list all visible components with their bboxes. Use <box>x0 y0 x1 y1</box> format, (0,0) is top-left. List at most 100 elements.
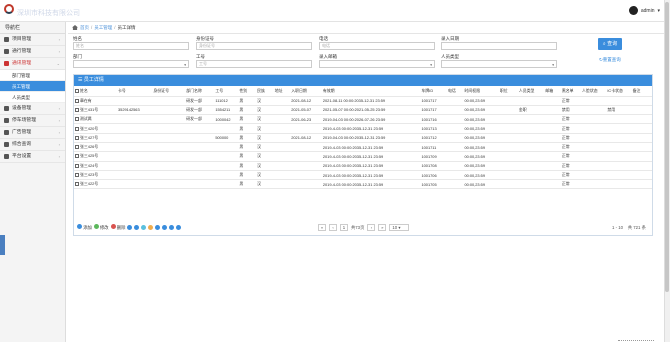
table-row[interactable]: 张三420号 男 汉 2019-4-03 00:00:2035-12-31 23:59… <box>74 123 652 134</box>
sidebar-subitem-employee[interactable]: 员工管理 <box>0 81 65 92</box>
table-cell <box>117 170 153 181</box>
idcard-input[interactable]: 身份证号 <box>196 42 312 50</box>
delete-button[interactable]: 删除 <box>110 224 125 231</box>
sidebar-item-query[interactable]: 综合查询 › <box>0 139 65 151</box>
dept-select[interactable]: ▾ <box>73 60 189 68</box>
table-row[interactable]: 张三423号 男 汉 2019-4-03 00:00:2035-12-31 23:59… <box>74 170 652 181</box>
gear-icon <box>4 154 9 159</box>
cell-value: 汉 <box>257 116 261 122</box>
sidebar-subitem-dept[interactable]: 部门管理 <box>0 70 65 81</box>
empno-input[interactable]: 工号 <box>196 60 312 68</box>
download-icon[interactable] <box>134 225 140 230</box>
name-input[interactable]: 姓名 <box>73 42 189 50</box>
breadcrumb-home[interactable]: 首页 <box>80 25 89 31</box>
user-name: admin <box>640 7 655 14</box>
lock-icon[interactable] <box>148 225 154 230</box>
table-cell: 男 <box>238 96 257 106</box>
table-row[interactable]: 张三422号 男 汉 2019-4-03 00:00:2035-12-31 23:59… <box>74 179 652 190</box>
row-checkbox[interactable] <box>75 154 79 159</box>
table-cell <box>214 123 239 134</box>
table-cell <box>185 161 215 171</box>
row-checkbox[interactable] <box>75 145 79 150</box>
sidebar-item-access[interactable]: 通行管理 › <box>0 46 65 58</box>
cell-value: 1001711 <box>421 144 437 150</box>
table-cell: 男 <box>238 170 257 181</box>
top-bar: 深圳市科技有限公司 admin ▾ <box>0 0 670 22</box>
table-cell <box>517 179 545 190</box>
table-row[interactable]: 张三427号 500000 男 汉 2021-08-12 2019-04-03 00:00… <box>74 133 652 144</box>
breadcrumb-section[interactable]: 员工管理 <box>94 25 112 31</box>
edit-icon <box>93 224 99 229</box>
table-row[interactable]: 测试属 研发一部 1000042 男 汉 2021-06-23 2019-04-03 00:… <box>74 114 652 125</box>
sidebar-item-label: 设备管理 <box>12 105 32 111</box>
sync-icon[interactable] <box>141 225 147 230</box>
table-cell <box>581 170 607 181</box>
sidebar-item-device[interactable]: 设备管理 › <box>0 103 65 115</box>
table-cell <box>152 151 186 162</box>
page-size-select[interactable]: 10 ▾ <box>389 224 410 231</box>
column-header-label: 邮箱 <box>545 87 554 93</box>
row-checkbox[interactable] <box>75 182 79 187</box>
table-cell: 1001717 <box>420 96 448 106</box>
table-cell: 正常 <box>560 133 582 144</box>
cell-value: 男 <box>239 97 244 103</box>
page-number-input[interactable]: 1 <box>340 224 348 231</box>
column-header: 人脸状态 <box>581 86 607 97</box>
row-checkbox[interactable] <box>75 107 79 112</box>
row-checkbox[interactable] <box>75 172 79 177</box>
table-row[interactable]: 张三424号 男 汉 2019-4-03 00:00:2035-12-31 23:59… <box>74 161 652 171</box>
add-button[interactable]: 添加 <box>77 224 92 231</box>
user-menu[interactable]: admin ▾ <box>628 6 660 15</box>
table-cell: 张三422号 <box>74 179 117 190</box>
cell-value: 章在有 <box>80 97 92 103</box>
entry-date-input[interactable] <box>441 42 557 50</box>
upload-icon[interactable] <box>127 225 133 230</box>
cell-value: 2019-4-03 00:00:2035-12-31 23:59 <box>322 163 384 169</box>
table-cell: 1001711 <box>420 142 448 153</box>
recorder-select[interactable]: ▾ <box>319 60 435 68</box>
last-page-button[interactable]: » <box>378 224 387 231</box>
next-page-button[interactable]: › <box>367 224 376 231</box>
total-pages: 共73页 <box>351 224 365 230</box>
table-row[interactable]: 张三431号 3529142563 研发一部 1554211 男 汉 2021-05-07 2… <box>74 105 652 116</box>
box-icon <box>4 106 9 111</box>
table-row[interactable]: 张三426号 男 汉 2019-4-03 00:00:2035-12-31 23:59… <box>74 142 652 153</box>
table-cell <box>447 96 464 106</box>
prev-page-button[interactable]: ‹ <box>329 224 337 231</box>
table-cell <box>214 161 239 171</box>
cell-value: 2019-4-03 00:00:2035-12-31 23:59 <box>322 172 384 178</box>
row-checkbox[interactable] <box>75 126 79 131</box>
phone-input[interactable]: 电话 <box>319 42 435 50</box>
sidebar-item-label: 项目管理 <box>12 36 32 42</box>
reset-query-link[interactable]: ↻重置查询 <box>599 57 621 63</box>
card-icon[interactable] <box>155 225 161 230</box>
select-all-checkbox[interactable] <box>75 88 79 93</box>
sidebar-item-parking[interactable]: 停车场管理 › <box>0 115 65 127</box>
face-icon[interactable] <box>162 225 168 230</box>
table-cell <box>273 142 291 153</box>
scrollbar-thumb[interactable] <box>665 2 669 292</box>
table-cell <box>544 105 561 116</box>
person-type-select[interactable]: ▾ <box>441 60 557 68</box>
row-checkbox[interactable] <box>75 163 79 168</box>
import-icon[interactable] <box>176 225 182 230</box>
table-cell <box>606 123 632 134</box>
row-checkbox[interactable] <box>75 98 79 103</box>
sidebar-item-ads[interactable]: 广告管理 › <box>0 127 65 139</box>
sidebar-subitem-person-type[interactable]: 人员类型 <box>0 92 65 103</box>
table-row[interactable]: 章在有 研发一部 111012 男 汉 2021-08-12 2021-08-11 00:0… <box>74 96 652 106</box>
table-row[interactable]: 张三425号 男 汉 2019-4-03 00:00:2035-12-31 23:59… <box>74 151 652 162</box>
sidebar-item-contacts[interactable]: 通讯管理 ⌄ <box>0 58 65 70</box>
edit-button[interactable]: 修改 <box>93 224 109 231</box>
first-page-button[interactable]: « <box>318 224 326 231</box>
sidebar-item-settings[interactable]: 平台设置 › <box>0 151 65 163</box>
sidebar-item-project[interactable]: 项目管理 › <box>0 34 65 46</box>
table-cell <box>517 123 545 134</box>
breadcrumb-separator: / <box>91 25 93 30</box>
export-icon[interactable] <box>169 225 175 230</box>
row-checkbox[interactable] <box>75 135 79 140</box>
row-checkbox[interactable] <box>75 117 79 122</box>
sidebar-collapse-handle[interactable] <box>0 235 5 255</box>
page-scrollbar[interactable] <box>664 0 670 342</box>
search-button[interactable]: ⌕ 查询 <box>598 38 622 50</box>
